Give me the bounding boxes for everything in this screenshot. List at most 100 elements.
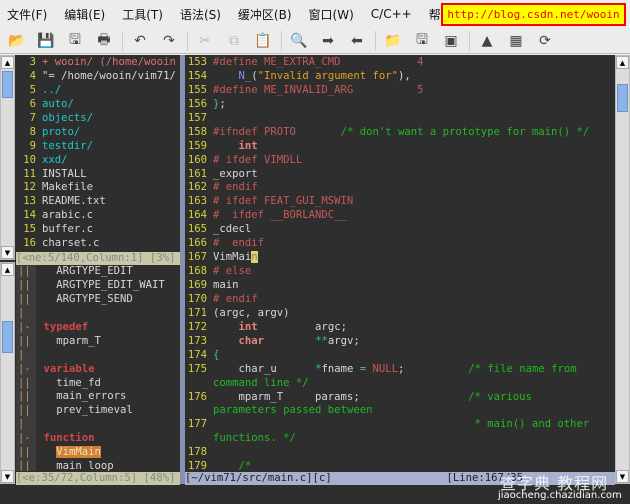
text-line: 178 <box>187 446 615 460</box>
text-line: 154 N_("Invalid argument for"), <box>187 70 615 84</box>
load-session-icon[interactable]: 📁 <box>382 31 404 51</box>
code-scrollbar[interactable]: ▲ ▼ <box>615 55 630 484</box>
code-token: testdir/ <box>42 139 94 152</box>
line-number: 156 <box>187 97 207 110</box>
code-token: objects/ <box>42 111 94 124</box>
text-line: 176 mparm_T params; /* various <box>187 391 615 405</box>
save-all-icon[interactable]: 🖫 <box>64 31 86 51</box>
code-token: (argc, argv) <box>213 306 290 319</box>
code-token: /* file name from <box>468 362 577 375</box>
scroll-up-icon[interactable]: ▲ <box>616 56 629 69</box>
scroll-down-icon[interactable]: ▼ <box>1 470 14 483</box>
toolbar-separator <box>122 30 123 51</box>
file-explorer-pane[interactable]: 3 + wooin/ (/home/wooin 4 "= /home/wooin/v… <box>16 56 180 252</box>
scroll-thumb[interactable] <box>617 84 628 112</box>
code-token: main_loop <box>30 460 114 471</box>
code-token: argv; <box>327 334 360 347</box>
copy-icon[interactable]: ⧉ <box>223 31 245 51</box>
code-token: parameters passed between <box>213 404 373 417</box>
taglist-status-line: [<e:35/72,Column:5] [48%] <box>16 472 180 485</box>
code-token: { <box>213 348 220 361</box>
text-line: 174 { <box>187 349 615 363</box>
line-number: 155 <box>187 83 207 96</box>
taglist-pane[interactable]: || ARGTYPE_EDIT || ARGTYPE_EDIT_WAIT || … <box>18 265 180 471</box>
menu-item[interactable]: C/C++ <box>364 7 412 21</box>
code-token: time_fd <box>30 376 101 389</box>
code-token: "= /home/wooin/vim71/ <box>42 69 176 82</box>
find-replace-icon[interactable]: 🔍 <box>288 31 310 51</box>
find-next-icon[interactable]: ➡ <box>317 31 339 51</box>
code-token: NULL <box>372 362 399 375</box>
text-line: 157 <box>187 112 615 126</box>
text-line: 175 char_u *fname = NULL; /* file name f… <box>187 363 615 377</box>
code-token: functions. */ <box>213 432 296 445</box>
scroll-down-icon[interactable]: ▼ <box>616 470 629 483</box>
text-line: 6 auto/ <box>16 98 180 112</box>
find-prev-icon[interactable]: ⬅ <box>346 31 368 51</box>
cut-icon[interactable]: ✂ <box>194 31 216 51</box>
menu-item[interactable]: 工具(T) <box>115 6 163 23</box>
text-line: 153 #define ME_EXTRA_CMD 4 <box>187 56 615 70</box>
text-line: 166 # endif <box>187 237 615 251</box>
make-icon[interactable]: ▲ <box>476 31 498 51</box>
text-line: || ARGTYPE_EDIT <box>18 265 180 279</box>
vertical-split-separator[interactable] <box>180 55 185 484</box>
code-token: auto/ <box>42 97 74 110</box>
save-icon[interactable]: 💾 <box>35 31 57 51</box>
taglist-scrollbar[interactable]: ▲ ▼ <box>0 262 15 484</box>
toolbar-separator <box>281 30 282 51</box>
explorer-scrollbar[interactable]: ▲ ▼ <box>0 55 15 260</box>
scroll-down-icon[interactable]: ▼ <box>1 246 14 259</box>
menu-item[interactable]: 编辑(E) <box>57 6 105 23</box>
line-number: 158 <box>187 125 207 138</box>
line-number: 159 <box>187 139 207 152</box>
scroll-thumb[interactable] <box>2 71 13 98</box>
line-number: 166 <box>187 237 207 250</box>
menu-item[interactable]: 缓冲区(B) <box>231 6 292 23</box>
code-token: | <box>18 348 25 361</box>
menu-item[interactable]: 文件(F) <box>0 6 47 23</box>
code-token: variable <box>43 362 95 375</box>
text-line: 158 #ifndef PROTO /* don't want a prototy… <box>187 126 615 140</box>
redo-icon[interactable]: ↷ <box>158 31 180 51</box>
code-token: mparm_T <box>30 334 101 347</box>
line-number: 169 <box>187 279 207 291</box>
text-line: parameters passed between <box>187 404 615 418</box>
code-token: main_errors <box>30 390 127 403</box>
line-number: 157 <box>187 111 207 124</box>
code-token: int <box>238 139 258 152</box>
tags-icon[interactable]: ⟳ <box>534 31 556 51</box>
scroll-thumb[interactable] <box>2 321 13 353</box>
text-line: || ARGTYPE_SEND <box>18 293 180 307</box>
toolbar-separator <box>187 30 188 51</box>
line-number: 179 <box>187 460 207 471</box>
line-number: 7 <box>29 111 36 124</box>
text-line: 167 VimMain <box>187 251 615 265</box>
line-number: 153 <box>187 56 207 68</box>
open-icon[interactable]: 📂 <box>6 31 28 51</box>
scroll-up-icon[interactable]: ▲ <box>1 56 14 69</box>
paste-icon[interactable]: 📋 <box>252 31 274 51</box>
shell-icon[interactable]: ▦ <box>505 31 527 51</box>
code-token: mparm_T params; <box>213 390 469 403</box>
toolbar: 📂 💾 🖫 🖶 ↶ ↷ ✂ ⧉ 📋 🔍 ➡ ⬅ 📁 🖫 ▣ ▲ ▦ ⟳ <box>0 28 630 54</box>
code-token: || <box>18 376 31 389</box>
save-session-icon[interactable]: 🖫 <box>411 31 433 51</box>
text-line: || main_loop <box>18 460 180 471</box>
menu-item[interactable]: 窗口(W) <box>302 6 354 23</box>
run-script-icon[interactable]: ▣ <box>440 31 462 51</box>
line-number: 6 <box>29 97 36 110</box>
undo-icon[interactable]: ↶ <box>129 31 151 51</box>
scroll-up-icon[interactable]: ▲ <box>1 263 14 276</box>
text-line: 160 # ifdef VIMDLL <box>187 154 615 168</box>
code-token: # endif <box>213 181 258 194</box>
print-icon[interactable]: 🖶 <box>93 31 115 51</box>
code-pane[interactable]: 153 #define ME_EXTRA_CMD 4 154 N_("Invali… <box>187 56 615 471</box>
text-line: 159 int <box>187 140 615 154</box>
code-token: proto/ <box>42 125 81 138</box>
menu-item[interactable]: 语法(S) <box>173 6 221 23</box>
text-line: 4 "= /home/wooin/vim71/ <box>16 70 180 84</box>
